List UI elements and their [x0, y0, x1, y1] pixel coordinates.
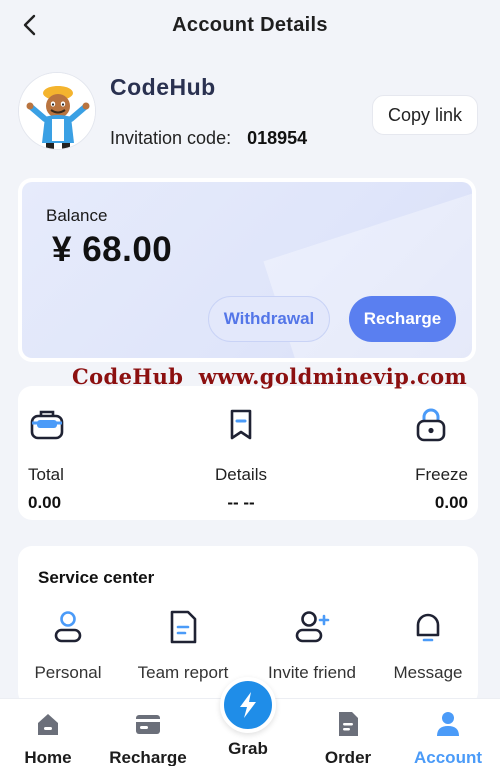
tab-home-label: Home [24, 748, 72, 766]
username: CodeHub [110, 74, 216, 100]
service-personal-label: Personal [34, 663, 102, 682]
service-center-title: Service center [38, 568, 155, 587]
stats-card: Total 0.00 Details -- -- Freeze 0.00 [18, 386, 478, 520]
document-icon [339, 712, 358, 736]
report-icon [170, 610, 197, 644]
service-team-report-label: Team report [137, 663, 229, 682]
tab-order[interactable]: Order [298, 699, 398, 766]
lightning-icon [240, 692, 256, 718]
stat-total-label: Total [28, 465, 64, 484]
service-invite-friend-label: Invite friend [268, 663, 356, 682]
balance-label: Balance [46, 206, 108, 225]
stat-details[interactable]: Details -- -- [186, 406, 296, 513]
service-message[interactable]: Message [368, 608, 488, 683]
stat-freeze-label: Freeze [415, 465, 468, 484]
card-icon [136, 715, 160, 734]
balance-amount: ¥ 68.00 [52, 230, 173, 269]
stat-details-value: -- -- [227, 493, 255, 512]
bookmark-icon [230, 409, 252, 440]
briefcase-icon [30, 410, 64, 440]
service-personal[interactable]: Personal [8, 608, 128, 683]
back-button[interactable] [18, 13, 42, 37]
stat-total-value: 0.00 [28, 493, 62, 512]
recharge-button[interactable]: Recharge [349, 296, 456, 342]
page-title: Account Details [172, 13, 328, 36]
chevron-left-icon [23, 14, 36, 36]
top-bar: Account Details [0, 0, 500, 50]
home-icon [38, 714, 58, 735]
tab-order-label: Order [324, 748, 372, 766]
tab-recharge[interactable]: Recharge [98, 699, 198, 766]
service-message-label: Message [393, 663, 463, 682]
add-user-icon [295, 611, 330, 643]
stat-total[interactable]: Total 0.00 [28, 406, 138, 513]
watermark-text: CodeHub www.goldminevip.com [72, 364, 468, 389]
tab-grab-label: Grab [228, 739, 268, 758]
stat-details-label: Details [215, 465, 267, 484]
profile-section: CodeHub Invitation code: 018954 Copy lin… [0, 52, 500, 172]
lock-icon [416, 408, 446, 442]
withdrawal-button[interactable]: Withdrawal [208, 296, 330, 342]
service-invite-friend[interactable]: Invite friend [252, 608, 372, 683]
grab-button-circle[interactable] [220, 677, 276, 733]
cartoon-avatar-icon [19, 73, 95, 149]
balance-panel: Balance ¥ 68.00 Withdrawal Recharge [22, 182, 472, 358]
person-icon [54, 611, 82, 643]
invitation-row: Invitation code: 018954 [110, 128, 307, 149]
copy-link-button[interactable]: Copy link [372, 95, 478, 135]
tab-recharge-label: Recharge [109, 748, 187, 766]
avatar[interactable] [18, 72, 96, 150]
stat-freeze[interactable]: Freeze 0.00 [358, 406, 468, 513]
tab-grab[interactable]: Grab [198, 677, 298, 766]
stat-freeze-value: 0.00 [434, 493, 468, 512]
invitation-label: Invitation code: [110, 128, 232, 148]
invitation-code: 018954 [247, 128, 308, 148]
user-icon [437, 712, 459, 736]
tab-account[interactable]: Account [398, 699, 498, 766]
service-team-report[interactable]: Team report [123, 608, 243, 683]
bell-icon [416, 613, 440, 642]
tab-home[interactable]: Home [0, 699, 98, 766]
balance-card: Balance ¥ 68.00 Withdrawal Recharge [18, 178, 476, 362]
bottom-tab-bar: Home Recharge Grab Order Account [0, 677, 500, 766]
tab-account-label: Account [414, 748, 482, 766]
